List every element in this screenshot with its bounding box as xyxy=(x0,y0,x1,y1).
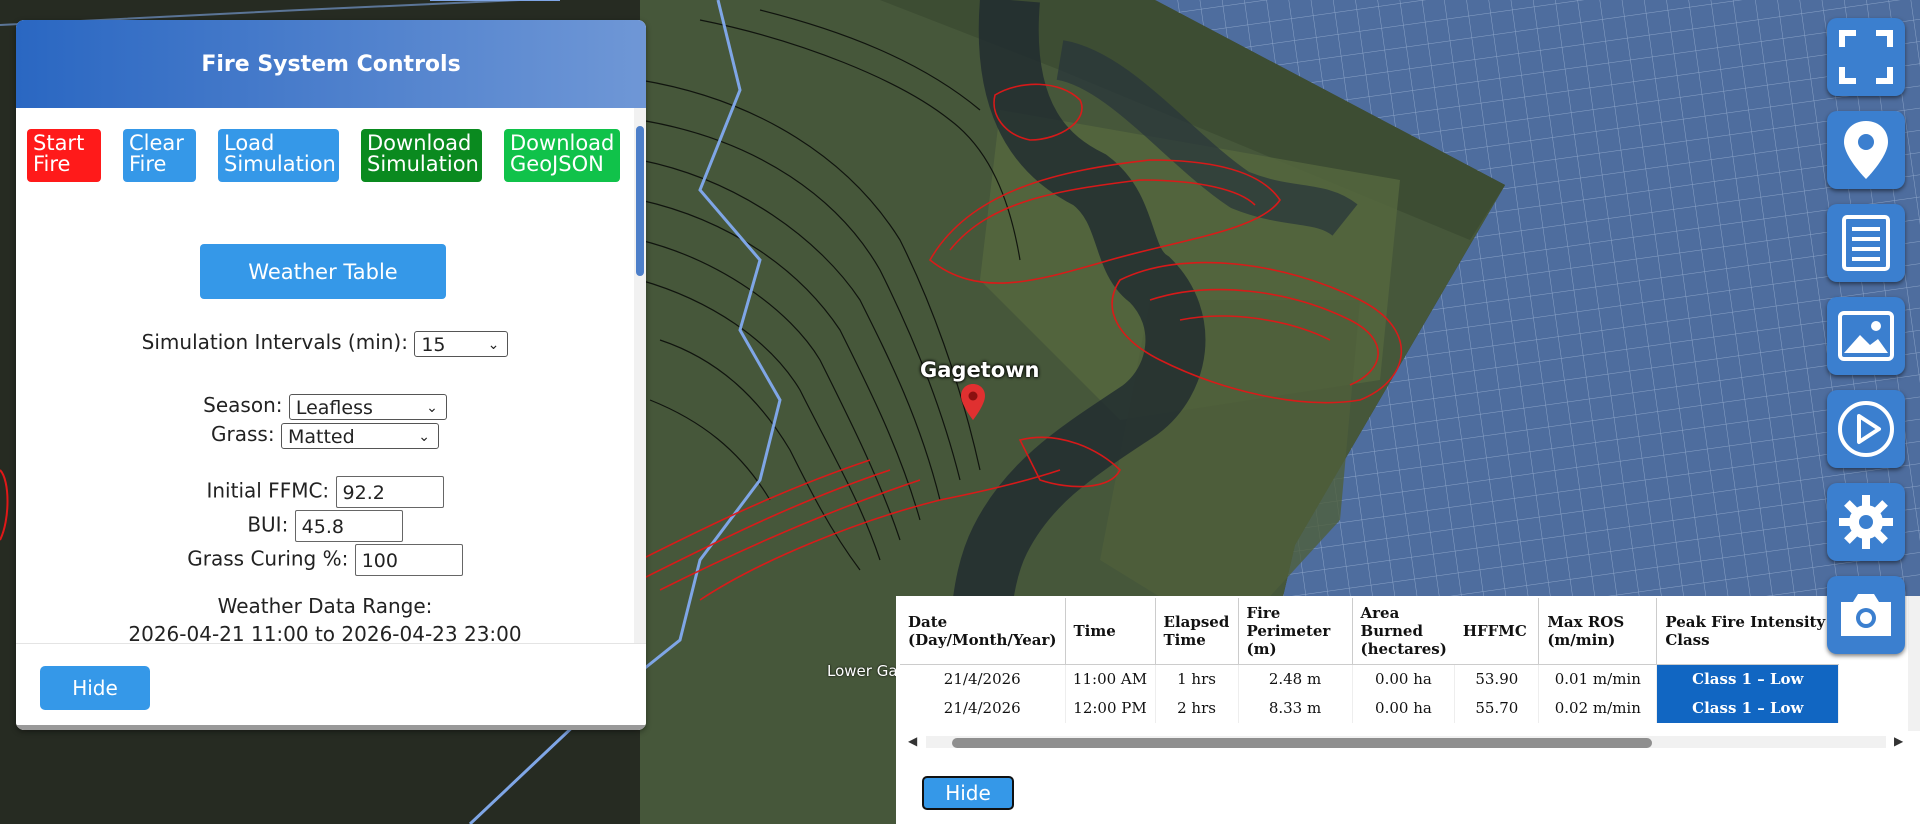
panel-title: Fire System Controls xyxy=(16,20,646,108)
document-icon xyxy=(1842,215,1890,271)
column-header: Area Burned (hectares) xyxy=(1352,598,1455,665)
document-button[interactable] xyxy=(1827,204,1905,282)
chevron-down-icon: ⌄ xyxy=(418,428,430,445)
interval-value: 15 xyxy=(421,333,446,356)
column-header: Date (Day/Month/Year) xyxy=(900,598,1066,665)
hide-controls-button[interactable]: Hide xyxy=(40,666,150,710)
play-icon xyxy=(1838,401,1894,457)
location-pin-icon xyxy=(1844,121,1888,179)
image-icon xyxy=(1838,311,1894,361)
download-simulation-button[interactable]: Download Simulation xyxy=(361,129,482,182)
table-cell: 8.33 m xyxy=(1238,693,1353,723)
interval-row: Simulation Intervals (min): 15 ⌄ xyxy=(16,330,634,357)
bui-row: BUI: 45.8 xyxy=(16,510,634,542)
load-simulation-button[interactable]: Load Simulation xyxy=(218,129,339,182)
panel-footer: Hide xyxy=(16,643,646,726)
column-header: HFFMC xyxy=(1454,598,1540,665)
grass-value: Matted xyxy=(287,425,355,448)
weather-range-value: 2026-04-21 11:00 to 2026-04-23 23:00 xyxy=(128,622,522,643)
fullscreen-button[interactable] xyxy=(1827,18,1905,96)
ffmc-input[interactable]: 92.2 xyxy=(335,476,444,508)
table-cell: 21/4/2026 xyxy=(900,664,1066,694)
table-cell: 0.02 m/min xyxy=(1538,693,1658,723)
table-cell: 21/4/2026 xyxy=(900,693,1066,723)
panel-bottom-edge xyxy=(16,725,646,730)
results-table-panel: Date (Day/Month/Year) Time Elapsed Time … xyxy=(896,596,1920,824)
scroll-thumb[interactable] xyxy=(952,738,1652,748)
column-header: Fire Perimeter (m) xyxy=(1238,598,1353,665)
map-place-label: Gagetown xyxy=(920,358,1040,382)
location-button[interactable] xyxy=(1827,111,1905,189)
panel-scrollbar[interactable] xyxy=(634,108,646,643)
settings-button[interactable] xyxy=(1827,483,1905,561)
table-cell: 2 hrs xyxy=(1155,693,1239,723)
download-geojson-button[interactable]: Download GeoJSON xyxy=(504,129,620,182)
camera-icon xyxy=(1841,594,1891,636)
curing-label: Grass Curing %: xyxy=(187,546,349,571)
scroll-track xyxy=(926,736,1886,748)
bui-label: BUI: xyxy=(247,512,289,537)
table-horizontal-scrollbar[interactable]: ◀ ▶ xyxy=(908,734,1908,748)
table-cell: 0.01 m/min xyxy=(1538,664,1658,694)
grass-select[interactable]: Matted ⌄ xyxy=(280,422,439,449)
bui-input[interactable]: 45.8 xyxy=(294,510,403,542)
hide-table-button[interactable]: Hide xyxy=(922,776,1014,810)
table-cell: 0.00 ha xyxy=(1352,664,1456,694)
table-row[interactable]: 21/4/2026 11:00 AM 1 hrs 2.48 m 0.00 ha … xyxy=(900,664,1840,694)
table-cell: 53.90 xyxy=(1454,664,1540,694)
camera-button[interactable] xyxy=(1827,576,1905,654)
season-label: Season: xyxy=(203,393,283,417)
weather-table-button[interactable]: Weather Table xyxy=(200,244,446,299)
table-row[interactable]: 21/4/2026 12:00 PM 2 hrs 8.33 m 0.00 ha … xyxy=(900,693,1840,723)
chevron-down-icon: ⌄ xyxy=(487,336,500,353)
season-select[interactable]: Leafless ⌄ xyxy=(288,393,447,420)
ffmc-row: Initial FFMC: 92.2 xyxy=(16,476,634,508)
column-header: Max ROS (m/min) xyxy=(1538,598,1658,665)
interval-label: Simulation Intervals (min): xyxy=(141,330,408,354)
intensity-class-cell: Class 1 – Low xyxy=(1656,693,1840,723)
gear-icon xyxy=(1839,495,1893,549)
table-cell: 11:00 AM xyxy=(1065,664,1156,694)
interval-select[interactable]: 15 ⌄ xyxy=(414,330,509,357)
column-header: Peak Fire Intensity Class xyxy=(1656,598,1839,665)
scroll-left-icon[interactable]: ◀ xyxy=(908,734,917,748)
season-row: Season: Leafless ⌄ xyxy=(16,393,634,420)
column-header: Elapsed Time xyxy=(1155,598,1239,665)
season-value: Leafless xyxy=(295,396,373,419)
table-header-row: Date (Day/Month/Year) Time Elapsed Time … xyxy=(900,598,1839,665)
table-vertical-scrollbar[interactable] xyxy=(1908,596,1920,731)
intensity-class-cell: Class 1 – Low xyxy=(1656,664,1840,694)
image-button[interactable] xyxy=(1827,297,1905,375)
start-fire-button[interactable]: Start Fire xyxy=(27,129,101,182)
table-cell: 55.70 xyxy=(1454,693,1540,723)
panel-body: Start Fire Clear Fire Load Simulation Do… xyxy=(16,108,635,643)
curing-row: Grass Curing %: 100 xyxy=(16,544,634,576)
table-cell: 0.00 ha xyxy=(1352,693,1456,723)
scrollbar-thumb[interactable] xyxy=(636,126,644,276)
map-place-label-lower: Lower Ga xyxy=(827,662,898,680)
table-cell: 1 hrs xyxy=(1155,664,1239,694)
grass-row: Grass: Matted ⌄ xyxy=(16,422,634,449)
scroll-right-icon[interactable]: ▶ xyxy=(1894,734,1903,748)
results-table: Date (Day/Month/Year) Time Elapsed Time … xyxy=(900,598,1840,723)
grass-label: Grass: xyxy=(211,422,275,446)
ffmc-label: Initial FFMC: xyxy=(206,478,330,503)
play-button[interactable] xyxy=(1827,390,1905,468)
map-marker-icon[interactable] xyxy=(961,384,985,420)
clear-fire-button[interactable]: Clear Fire xyxy=(123,129,196,182)
table-cell: 2.48 m xyxy=(1238,664,1353,694)
chevron-down-icon: ⌄ xyxy=(426,399,438,416)
column-header: Time xyxy=(1065,598,1156,665)
curing-input[interactable]: 100 xyxy=(354,544,463,576)
weather-range-label: Weather Data Range: xyxy=(217,594,433,618)
fire-controls-panel: Fire System Controls Start Fire Clear Fi… xyxy=(16,20,646,730)
table-cell: 12:00 PM xyxy=(1065,693,1156,723)
fullscreen-icon xyxy=(1839,30,1893,84)
